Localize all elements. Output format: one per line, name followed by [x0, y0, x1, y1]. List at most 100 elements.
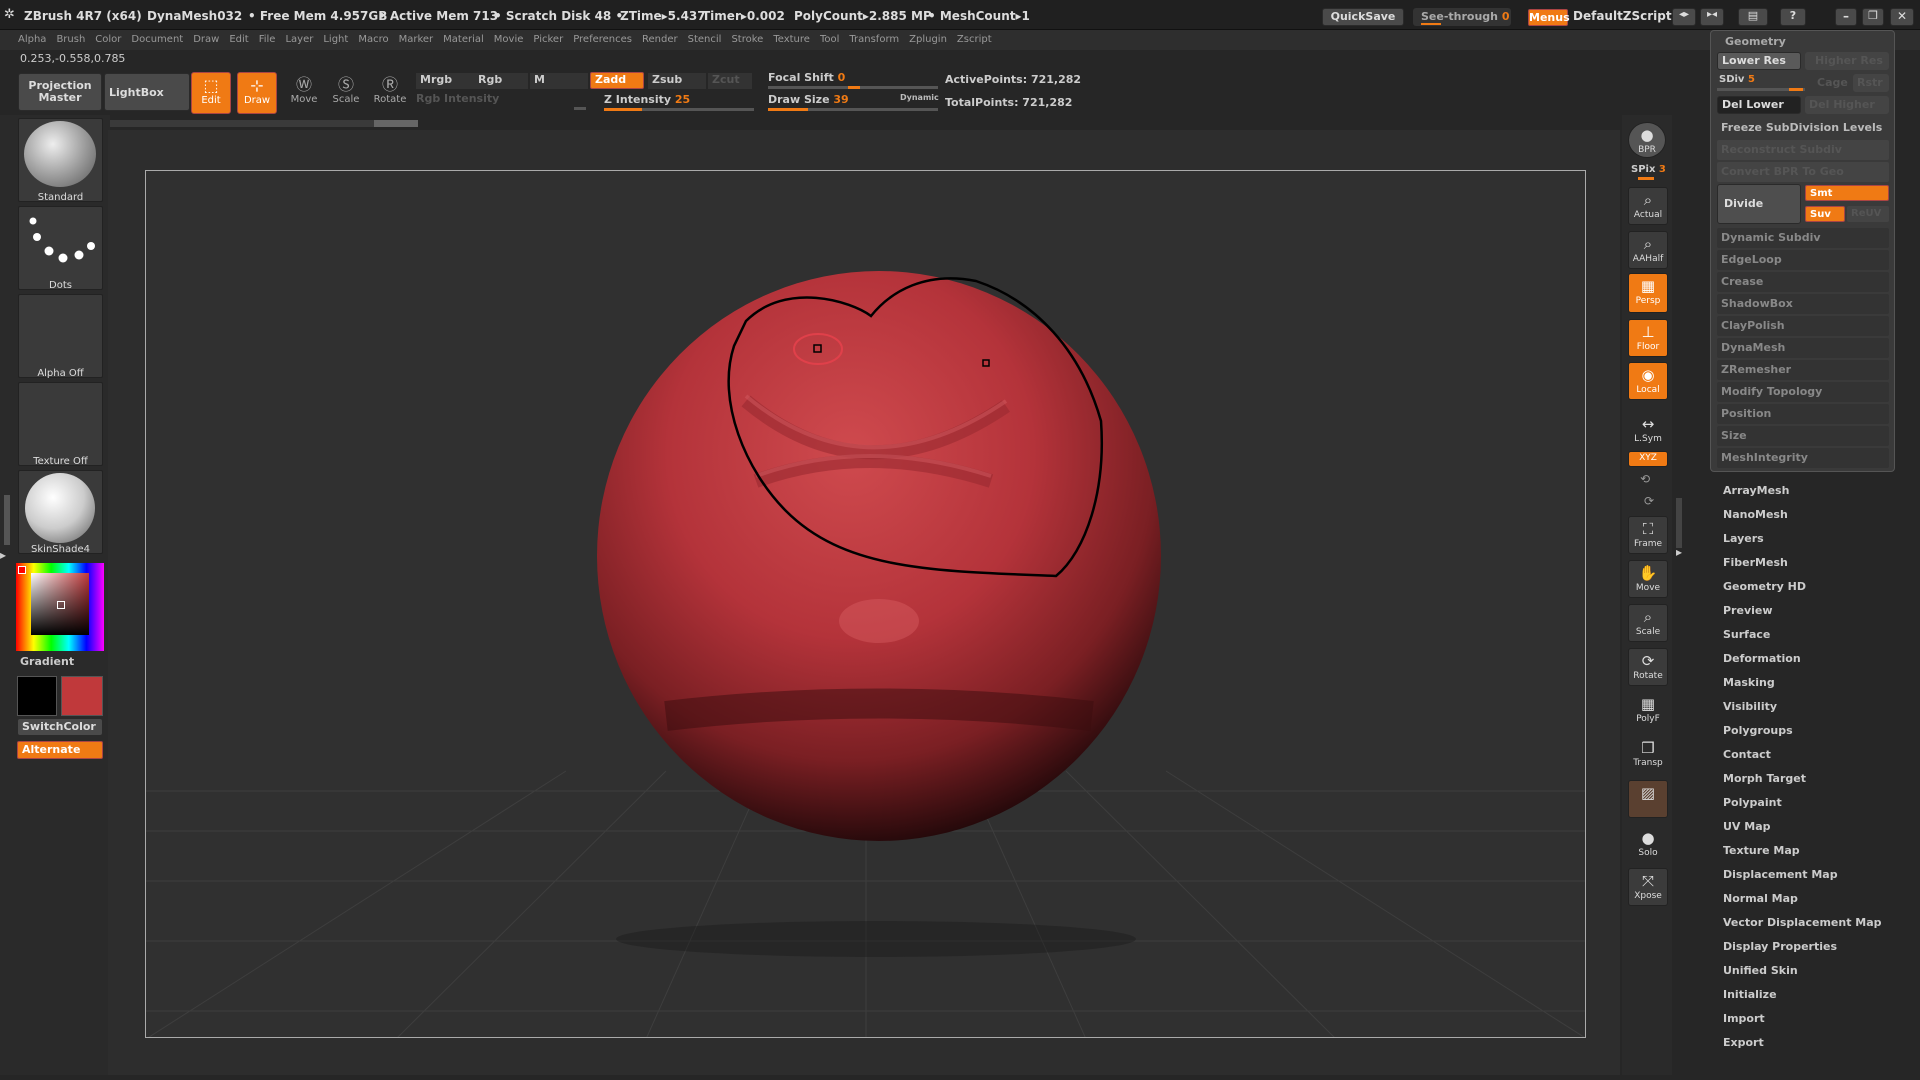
rotate-button[interactable]: Ⓡ Rotate	[370, 72, 410, 114]
dynamesh-subpalette[interactable]: DynaMesh	[1717, 338, 1889, 358]
focal-shift-track[interactable]	[768, 86, 938, 89]
spix-slider[interactable]: SPix 3	[1631, 164, 1666, 175]
zsub-toggle[interactable]: Zsub	[648, 73, 706, 89]
arraymesh-subpalette[interactable]: ArrayMesh	[1723, 484, 1789, 497]
crease-subpalette[interactable]: Crease	[1717, 272, 1889, 292]
m-toggle[interactable]: M	[530, 73, 588, 89]
menu-color[interactable]: Color	[90, 30, 126, 50]
texture-selector[interactable]: Texture Off	[18, 382, 103, 467]
contact-subpalette[interactable]: Contact	[1723, 748, 1771, 761]
draw-button[interactable]: ⊹ Draw	[237, 72, 277, 114]
main-color-swatch[interactable]	[61, 676, 103, 716]
surface-subpalette[interactable]: Surface	[1723, 628, 1770, 641]
move-button[interactable]: Ⓦ Move	[284, 72, 324, 114]
morph-target-subpalette[interactable]: Morph Target	[1723, 772, 1806, 785]
left-tray-handle[interactable]	[4, 495, 10, 545]
draw-size-track[interactable]	[768, 108, 938, 111]
default-zscript[interactable]: DefaultZScript	[1573, 9, 1672, 23]
quicksave-button[interactable]: QuickSave	[1322, 8, 1404, 26]
fibermesh-subpalette[interactable]: FiberMesh	[1723, 556, 1788, 569]
visibility-subpalette[interactable]: Visibility	[1723, 700, 1777, 713]
zcut-toggle[interactable]: Zcut	[708, 73, 752, 89]
document-canvas[interactable]	[145, 170, 1586, 1038]
freeze-subdivision-levels-button[interactable]: Freeze SubDivision Levels	[1717, 118, 1889, 138]
z-intensity-slider[interactable]: Z Intensity 25	[604, 93, 690, 106]
sdiv-track[interactable]	[1717, 88, 1805, 91]
claypolish-subpalette[interactable]: ClayPolish	[1717, 316, 1889, 336]
menu-transform[interactable]: Transform	[844, 30, 904, 50]
import-subpalette[interactable]: Import	[1723, 1012, 1765, 1025]
unified-skin-subpalette[interactable]: Unified Skin	[1723, 964, 1798, 977]
convert-bpr-to-geo-button[interactable]: Convert BPR To Geo	[1717, 162, 1889, 182]
right-tray-handle[interactable]	[1676, 498, 1682, 548]
uv-map-subpalette[interactable]: UV Map	[1723, 820, 1771, 833]
menu-zscript[interactable]: Zscript	[952, 30, 997, 50]
menu-edit[interactable]: Edit	[224, 30, 253, 50]
z-intensity-track[interactable]	[604, 108, 754, 111]
menu-brush[interactable]: Brush	[51, 30, 90, 50]
nanomesh-subpalette[interactable]: NanoMesh	[1723, 508, 1788, 521]
rotate-z-icon[interactable]: ⟳	[1644, 494, 1654, 508]
actual-button[interactable]: ⌕ Actual	[1628, 187, 1668, 225]
rotate-view-button[interactable]: ⟳ Rotate	[1628, 648, 1668, 686]
zremesher-subpalette[interactable]: ZRemesher	[1717, 360, 1889, 380]
polypaint-subpalette[interactable]: Polypaint	[1723, 796, 1782, 809]
normal-map-subpalette[interactable]: Normal Map	[1723, 892, 1798, 905]
ghost-button[interactable]: ▨	[1628, 780, 1668, 818]
menu-file[interactable]: File	[254, 30, 281, 50]
maximize-icon[interactable]: ❐	[1862, 8, 1884, 26]
color-picker[interactable]	[16, 563, 104, 651]
layers-subpalette[interactable]: Layers	[1723, 532, 1764, 545]
xpose-button[interactable]: ⤧ Xpose	[1628, 868, 1668, 906]
spix-track[interactable]	[1638, 177, 1654, 180]
dynamic-toggle[interactable]: Dynamic	[900, 93, 939, 102]
gradient-toggle[interactable]: Gradient	[20, 655, 74, 668]
masking-subpalette[interactable]: Masking	[1723, 676, 1775, 689]
modify-topology-subpalette[interactable]: Modify Topology	[1717, 382, 1889, 402]
menu-tool[interactable]: Tool	[815, 30, 844, 50]
draw-size-slider[interactable]: Draw Size 39	[768, 93, 849, 106]
shadowbox-subpalette[interactable]: ShadowBox	[1717, 294, 1889, 314]
solo-button[interactable]: ● Solo	[1628, 826, 1668, 864]
preview-subpalette[interactable]: Preview	[1723, 604, 1773, 617]
menu-picker[interactable]: Picker	[528, 30, 568, 50]
menu-alpha[interactable]: Alpha	[13, 30, 51, 50]
lightbox-button[interactable]: LightBox	[104, 73, 190, 111]
polyf-button[interactable]: ▦ PolyF	[1628, 692, 1668, 730]
transp-button[interactable]: ❒ Transp	[1628, 736, 1668, 774]
left-tray-arrow-icon[interactable]: ▸	[0, 548, 6, 562]
mrgb-toggle[interactable]: Mrgb	[416, 73, 476, 89]
menu-stencil[interactable]: Stencil	[683, 30, 727, 50]
vector-displacement-map-subpalette[interactable]: Vector Displacement Map	[1723, 916, 1882, 929]
close-icon[interactable]: ✕	[1890, 8, 1914, 26]
persp-button[interactable]: ▦ Persp	[1628, 273, 1668, 313]
reconstruct-subdiv-button[interactable]: Reconstruct Subdiv	[1717, 140, 1889, 160]
higher-res-button[interactable]: Higher Res	[1805, 52, 1889, 70]
menu-stroke[interactable]: Stroke	[726, 30, 768, 50]
divide-button[interactable]: Divide	[1717, 184, 1801, 224]
focal-shift-slider[interactable]: Focal Shift 0	[768, 71, 845, 84]
ui-layout-icon[interactable]: ▤	[1738, 8, 1768, 26]
rgb-intensity-slider[interactable]: Rgb Intensity	[416, 92, 499, 105]
size-subpalette[interactable]: Size	[1717, 426, 1889, 446]
polygroups-subpalette[interactable]: Polygroups	[1723, 724, 1793, 737]
menu-macro[interactable]: Macro	[353, 30, 393, 50]
secondary-color-swatch[interactable]	[17, 676, 57, 716]
rotate-y-icon[interactable]: ⟲	[1640, 472, 1650, 486]
menu-light[interactable]: Light	[318, 30, 353, 50]
texture-map-subpalette[interactable]: Texture Map	[1723, 844, 1800, 857]
bpr-button[interactable]: ● BPR	[1628, 122, 1666, 158]
scale-view-button[interactable]: ⌕ Scale	[1628, 604, 1668, 642]
menu-material[interactable]: Material	[438, 30, 489, 50]
brush-selector[interactable]: Standard	[18, 118, 103, 203]
geometry-hd-subpalette[interactable]: Geometry HD	[1723, 580, 1806, 593]
xyz-button[interactable]: XYZ	[1628, 451, 1668, 467]
menu-render[interactable]: Render	[637, 30, 683, 50]
alternate-toggle[interactable]: Alternate	[17, 741, 103, 759]
layout-next-icon[interactable]: ▸◂	[1700, 8, 1724, 26]
menu-document[interactable]: Document	[126, 30, 188, 50]
geometry-title[interactable]: Geometry	[1725, 35, 1786, 48]
rgb-toggle[interactable]: Rgb	[474, 73, 528, 89]
menu-draw[interactable]: Draw	[188, 30, 224, 50]
rstr-button[interactable]: Rstr	[1853, 74, 1889, 92]
